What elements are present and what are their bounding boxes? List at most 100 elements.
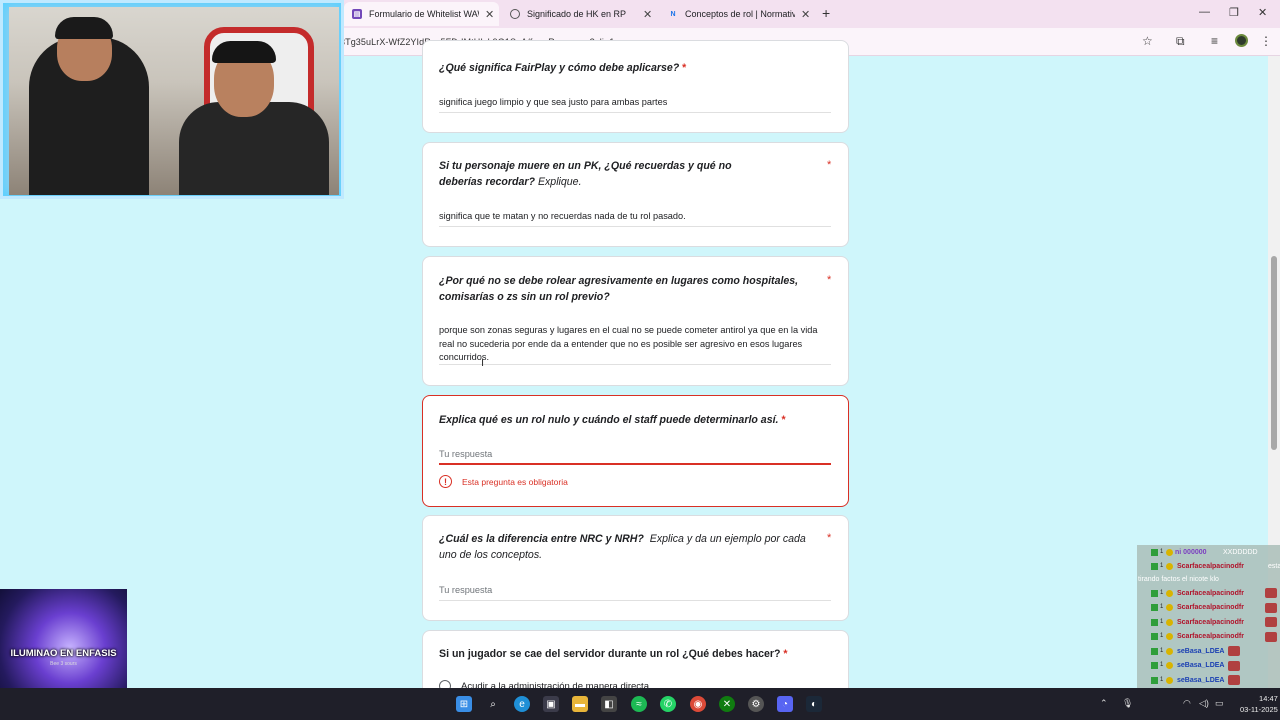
answer-underline-error [439,463,831,465]
required-asterisk: * [827,532,832,544]
answer-text[interactable]: significa que te matan y no recuerdas na… [439,210,831,224]
close-icon[interactable]: ✕ [485,8,494,21]
thumbnail-title: ILUMINAO EN ENFASIS [10,648,117,659]
close-window-icon[interactable]: ✕ [1258,6,1267,19]
question-title: ¿Por qué no se debe rolear agresivamente… [439,275,799,303]
tab-hk-meaning[interactable]: Significado de HK en RP ✕ [502,2,657,26]
taskbar-clock[interactable]: 14:47 03-11-2025 [1240,693,1278,715]
tab-whitelist-form[interactable]: ▤ Formulario de Whitelist WAWIT ✕ [344,2,499,26]
required-asterisk: * [783,648,788,660]
steam-icon[interactable]: ◐ [806,696,822,712]
error-message: ! Esta pregunta es obligatoria [439,475,568,488]
question-card-nrc-nrh: ¿Cuál es la diferencia entre NRC y NRH? … [422,515,849,621]
media-control-icon[interactable]: ≡ [1211,34,1218,48]
question-title: Si un jugador se cae del servidor durant… [439,646,819,662]
chrome-icon[interactable]: ◉ [690,696,706,712]
question-card-fairplay: ¿Qué significa FairPlay y cómo debe apli… [422,40,849,133]
close-icon[interactable]: ✕ [643,8,652,21]
chat-text-wrap: tirando factos el nicote klo [1138,576,1219,583]
question-text: Explica qué es un rol nulo y cuándo el s… [439,414,779,426]
app-icon[interactable]: ◧ [601,696,617,712]
new-tab-button[interactable]: + [822,5,830,21]
restore-icon[interactable]: ❐ [1229,6,1239,19]
chat-text: XXDDDDD [1223,548,1258,556]
windows-taskbar: ⊞ ⌕ e ▣ ▬ ◧ ≈ ✆ ◉ ✕ ⚙ ◔ ◐ ⌃ 🎙 ◠ ◁) ▭ 14:… [0,688,1280,720]
menu-icon[interactable]: ⋮ [1260,34,1272,48]
stream-chat: 1 ni 000000 XXDDDDD 1 Scarfacealpacinodf… [1137,545,1280,688]
chat-message: 1 seBasa_LDEA [1137,644,1280,659]
discord-icon[interactable]: ◔ [777,696,793,712]
tab-rol-concepts[interactable]: N Conceptos de rol | Normativas ✕ [660,2,815,26]
answer-input[interactable]: Tu respuesta [439,448,831,462]
chat-username: ni 000000 [1175,548,1207,556]
chat-message: 1 seBasa_LDEA [1137,659,1280,674]
question-subtext: Explique. [537,176,582,188]
answer-underline [439,600,831,601]
error-icon: ! [439,475,452,488]
question-card-aggressive-rol: ¿Por qué no se debe rolear agresivamente… [422,256,849,386]
chat-message: 1 Scarfacealpacinodfr [1137,630,1280,645]
question-title: ¿Cuál es la diferencia entre NRC y NRH? … [439,531,819,563]
chat-emote [1265,602,1277,613]
spotify-icon[interactable]: ≈ [631,696,647,712]
battery-icon[interactable]: ▭ [1215,698,1224,709]
streamer-right [179,102,329,195]
chat-username: Scarfacealpacinodfr [1177,563,1244,571]
close-icon[interactable]: ✕ [801,8,810,21]
microphone-icon[interactable]: 🎙 [1122,698,1133,709]
tray-chevron-icon[interactable]: ⌃ [1100,698,1108,709]
chat-emote [1265,617,1277,628]
chat-emote [1228,646,1240,657]
question-text: ¿Cuál es la diferencia entre NRC y NRH? [439,533,644,545]
bookmark-star-icon[interactable]: ☆ [1142,34,1153,48]
windows-start-icon[interactable]: ⊞ [456,696,472,712]
answer-underline [439,112,831,113]
chat-username: Scarfacealpacinodfr [1177,604,1244,612]
store-icon[interactable]: ▣ [543,696,559,712]
question-text: ¿Qué significa FairPlay y cómo debe apli… [439,62,680,74]
error-text: Esta pregunta es obligatoria [462,476,568,487]
required-asterisk: * [781,414,786,426]
extensions-icon[interactable]: ⧉ [1176,34,1185,49]
clock-date: 03-11-2025 [1240,705,1278,714]
chat-username: Scarfacealpacinodfr [1177,618,1244,626]
answer-text[interactable]: porque son zonas seguras y lugares en el… [439,324,831,365]
search-icon[interactable]: ⌕ [485,696,501,712]
chat-emote [1265,631,1277,642]
streamer-left-hair [55,17,113,39]
file-explorer-icon[interactable]: ▬ [572,696,588,712]
question-text: Si un jugador se cae del servidor durant… [439,648,781,660]
question-card-pk: Si tu personaje muere en un PK, ¿Qué rec… [422,142,849,247]
xbox-icon[interactable]: ✕ [719,696,735,712]
webcam-overlay [0,0,344,199]
chat-username: seBasa_LDEA [1177,662,1225,670]
settings-icon[interactable]: ⚙ [748,696,764,712]
whatsapp-icon[interactable]: ✆ [660,696,676,712]
question-text: Si tu personaje muere en un PK, ¿Qué rec… [439,160,732,188]
scrollbar-thumb[interactable] [1271,256,1277,450]
chat-text: esta [1268,563,1280,571]
streamer-right-hair [212,41,276,63]
answer-text[interactable]: significa juego limpio y que sea justo p… [439,96,831,110]
required-asterisk: * [682,62,687,74]
network-icon[interactable]: ◠ [1183,698,1191,709]
notion-icon: N [670,10,676,18]
question-title: Explica qué es un rol nulo y cuándo el s… [439,412,819,428]
minimize-icon[interactable]: — [1199,6,1210,18]
chat-emote [1228,660,1240,671]
chat-message: 1 Scarfacealpacinodfr esta [1137,560,1280,575]
volume-icon[interactable]: ◁) [1199,698,1209,709]
forms-icon: ▤ [352,9,362,19]
tab-label: Significado de HK en RP [527,9,627,19]
globe-icon [510,9,520,19]
chat-message: 1 ni 000000 XXDDDDD [1137,545,1280,560]
profile-avatar[interactable] [1235,34,1248,47]
edge-icon[interactable]: e [514,696,530,712]
chat-message: 1 Scarfacealpacinodfr [1137,586,1280,601]
answer-input[interactable]: Tu respuesta [439,584,831,598]
chat-emote [1228,675,1240,686]
answer-underline [439,364,831,365]
chat-username: Scarfacealpacinodfr [1177,589,1244,597]
question-card-null-rol: Explica qué es un rol nulo y cuándo el s… [422,395,849,507]
answer-underline [439,226,831,227]
